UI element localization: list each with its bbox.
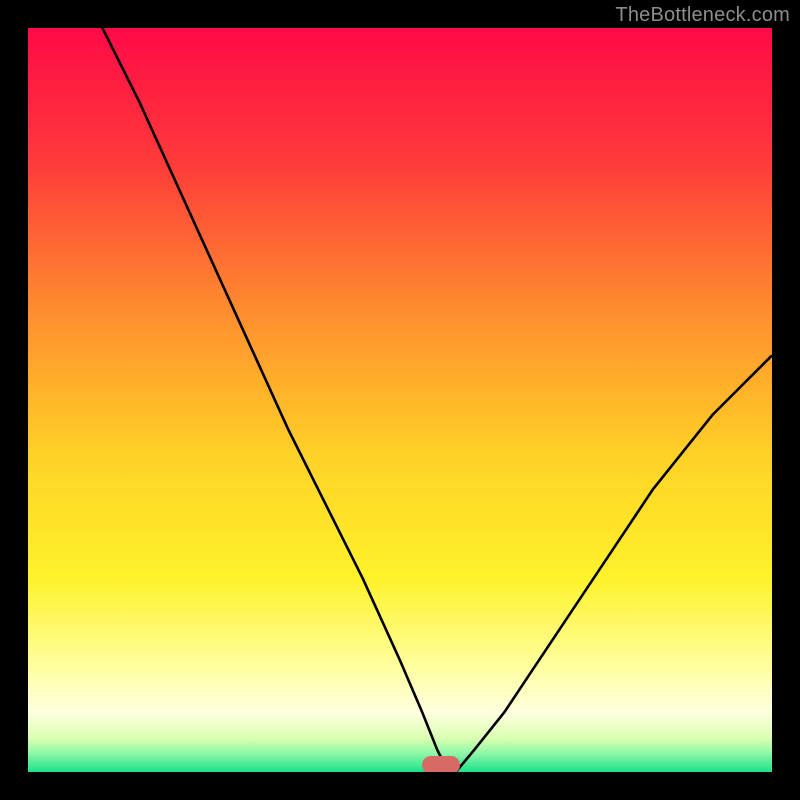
curve-right-branch [456,355,772,772]
curve-left-branch [102,28,448,772]
chart-stage: TheBottleneck.com [0,0,800,800]
watermark-text: TheBottleneck.com [615,4,790,27]
optimal-marker [422,756,460,772]
bottleneck-curve [28,28,772,772]
plot-area [28,28,772,772]
